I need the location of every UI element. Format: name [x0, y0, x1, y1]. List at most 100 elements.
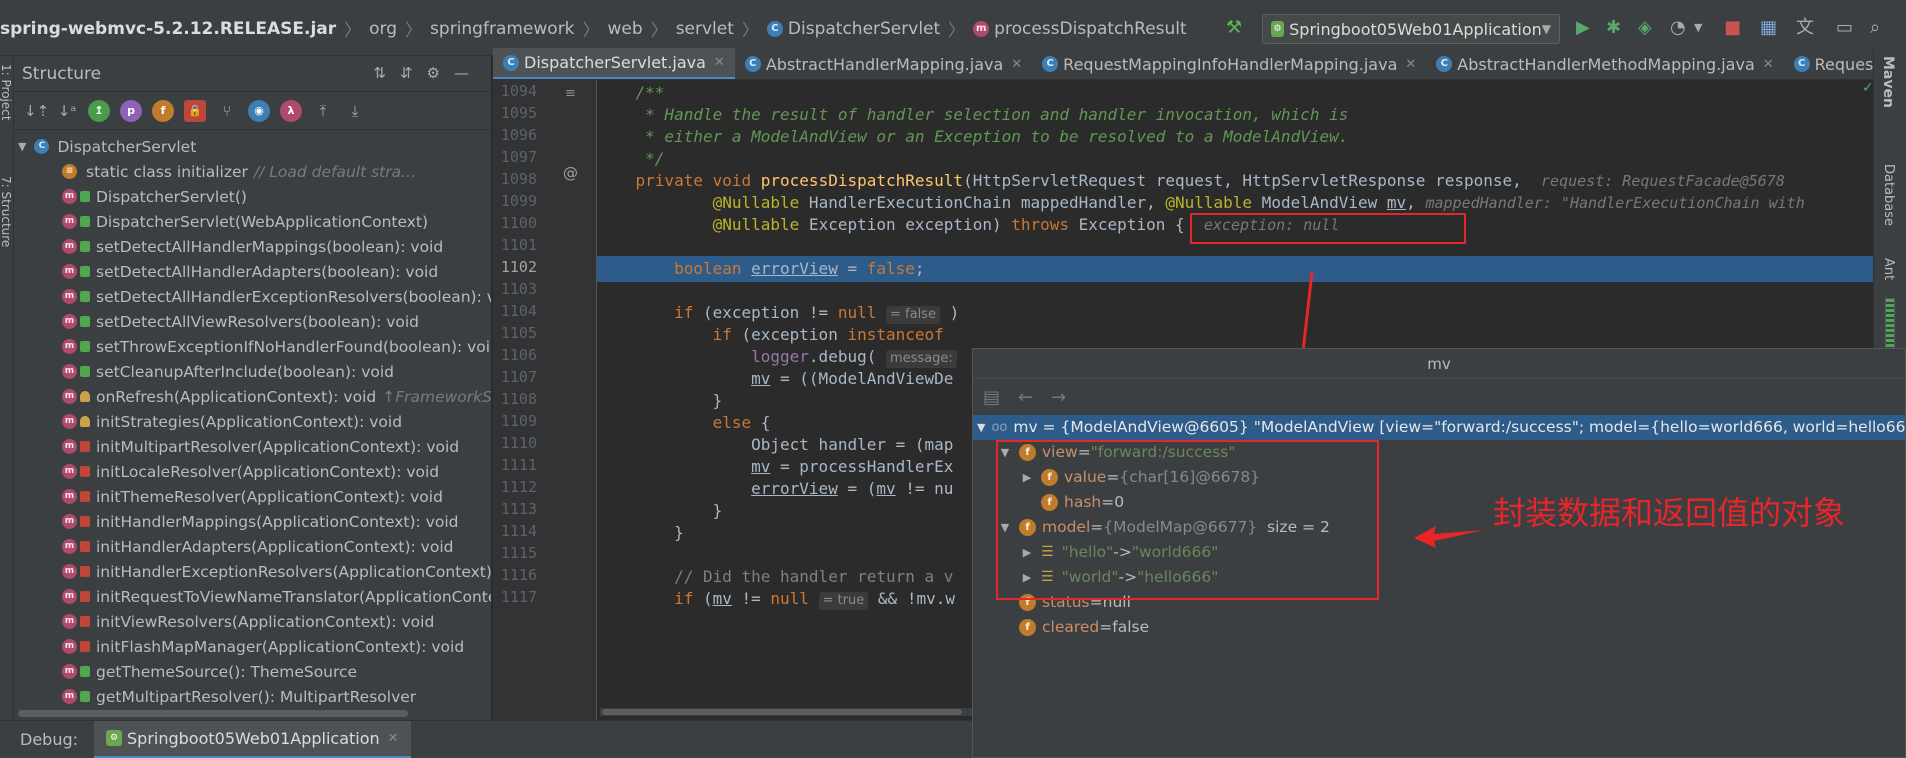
database-tool-tab[interactable]: Database [1881, 164, 1896, 226]
structure-header-icons[interactable]: ⇅⇵⚙— [373, 64, 483, 82]
structure-item-label: initFlashMapManager(ApplicationContext):… [96, 637, 465, 656]
breadcrumb-class[interactable]: DispatcherServlet [788, 19, 940, 39]
private-lock-icon [80, 616, 90, 627]
close-icon[interactable]: ✕ [388, 731, 399, 746]
class-icon: C [503, 54, 519, 71]
build-hammer-icon[interactable]: ⚒ [1226, 17, 1242, 39]
tab-requestmappinginfohandlermapping[interactable]: C RequestMappingInfoHandlerMapping.java ✕ [1032, 48, 1426, 79]
coverage-shield-icon[interactable]: ◈ [1638, 17, 1652, 39]
structure-item[interactable]: m setDetectAllHandlerAdapters(boolean): v… [14, 259, 491, 284]
structure-item[interactable]: m setDetectAllHandlerExceptionResolvers(b… [14, 284, 491, 309]
breadcrumb-springframework[interactable]: springframework [430, 19, 574, 39]
fold-icon[interactable]: ≡ [565, 86, 576, 101]
structure-item[interactable]: m initViewResolvers(ApplicationContext): … [14, 609, 491, 634]
ant-tool-tab[interactable]: Ant [1881, 258, 1896, 280]
override-marker-icon[interactable]: @ [563, 164, 578, 182]
structure-item[interactable]: m initRequestToViewNameTranslator(Applica… [14, 584, 491, 609]
structure-item[interactable]: m initLocaleResolver(ApplicationContext):… [14, 459, 491, 484]
back-arrow-icon[interactable]: ← [1018, 387, 1033, 408]
debug-session-tab[interactable]: ⚙ Springboot05Web01Application ✕ [94, 720, 411, 758]
structure-item[interactable]: m setDetectAllViewResolvers(boolean): voi… [14, 309, 491, 334]
profiler-icon[interactable]: ◔ [1670, 17, 1686, 39]
watch-glasses-icon: oo [991, 420, 1008, 435]
breadcrumb-org[interactable]: org [369, 19, 397, 39]
line-number[interactable]: 1117 [493, 584, 537, 610]
autoscroll-icon[interactable]: ⤓ [344, 100, 366, 122]
current-line-gutter-marker [493, 256, 597, 278]
maven-tool-tab[interactable]: Maven [1880, 56, 1896, 108]
project-structure-icon[interactable]: ▦ [1760, 17, 1777, 39]
method-icon: m [62, 189, 77, 204]
chevron-down-icon: ▼ [1541, 22, 1551, 36]
class-icon: C [744, 56, 761, 72]
show-fields-icon[interactable]: f [152, 99, 174, 122]
structure-item[interactable]: m getThemeSource(): ThemeSource [14, 659, 491, 684]
structure-item-label: DispatcherServlet() [96, 187, 247, 206]
close-icon[interactable]: ✕ [714, 55, 725, 70]
show-properties-icon[interactable]: p [120, 99, 142, 122]
debug-bug-icon[interactable]: ✱ [1606, 17, 1621, 39]
structure-item[interactable]: m setThrowExceptionIfNoHandlerFound(boole… [14, 334, 491, 359]
close-icon[interactable]: ✕ [1011, 57, 1022, 72]
translate-icon[interactable]: 文 [1796, 17, 1814, 39]
structure-item[interactable]: m setDetectAllHandlerMappings(boolean): v… [14, 234, 491, 259]
structure-item[interactable]: m initHandlerExceptionResolvers(Applicati… [14, 559, 491, 584]
method-icon: m [62, 639, 77, 654]
popup-toolbar: ▤ ← → [973, 379, 1905, 415]
structure-item[interactable]: m initHandlerMappings(ApplicationContext)… [14, 509, 491, 534]
expand-toggle-icon[interactable]: ▼ [977, 415, 985, 440]
show-lambdas-icon[interactable]: λ [280, 99, 302, 122]
structure-item[interactable]: m initMultipartResolver(ApplicationContex… [14, 434, 491, 459]
breadcrumb-web[interactable]: web [608, 19, 643, 39]
tab-requestmapp[interactable]: C RequestMapp [1784, 48, 1873, 79]
structure-horizontal-scrollbar[interactable] [14, 706, 491, 720]
structure-item[interactable]: m DispatcherServlet() [14, 184, 491, 209]
spring-boot-icon: ⚙ [106, 730, 123, 746]
breadcrumb-servlet[interactable]: servlet [676, 19, 734, 39]
tab-abstracthandlermethodmapping[interactable]: C AbstractHandlerMethodMapping.java ✕ [1426, 48, 1783, 79]
presentation-icon[interactable]: ▭ [1836, 17, 1853, 39]
search-everywhere-icon[interactable]: ⌕ [1870, 17, 1880, 39]
forward-arrow-icon[interactable]: → [1051, 387, 1066, 408]
structure-item[interactable]: m initFlashMapManager(ApplicationContext)… [14, 634, 491, 659]
show-lambdas-tree-icon[interactable]: ⑂ [216, 100, 238, 122]
run-icon[interactable]: ▶ [1576, 17, 1590, 39]
close-icon[interactable]: ✕ [1405, 57, 1416, 72]
structure-tool-tab[interactable]: 7: Structure [0, 176, 13, 247]
sort-by-visibility-icon[interactable]: ↓⇡ [24, 100, 49, 122]
structure-item-label: initRequestToViewNameTranslator(Applicat… [96, 587, 492, 606]
structure-item[interactable]: m onRefresh(ApplicationContext): void ↑Fra… [14, 384, 491, 409]
run-configuration-select[interactable]: ⚙ Springboot05Web01Application ▼ [1262, 14, 1560, 44]
show-inherited-icon[interactable]: ↥ [88, 99, 110, 122]
profiler-dropdown-icon[interactable]: ▼ [1694, 17, 1702, 39]
structure-item[interactable]: m initHandlerAdapters(ApplicationContext)… [14, 534, 491, 559]
expand-all-icon[interactable]: ⤒ [312, 100, 334, 122]
public-icon [80, 241, 90, 252]
stop-icon[interactable]: ■ [1724, 17, 1741, 39]
editor-horizontal-scrollbar[interactable] [600, 708, 972, 716]
breadcrumb-method[interactable]: processDispatchResult [994, 19, 1187, 39]
tab-abstracthandlermapping[interactable]: C AbstractHandlerMapping.java ✕ [735, 48, 1032, 79]
tree-row-cleared[interactable]: f cleared = false [1019, 615, 1149, 640]
structure-item[interactable]: m setCleanupAfterInclude(boolean): void [14, 359, 491, 384]
popup-view-icon[interactable]: ▤ [983, 387, 1000, 408]
breadcrumb-jar[interactable]: spring-webmvc-5.2.12.RELEASE.jar [0, 19, 336, 39]
tab-dispatcherservlet[interactable]: C DispatcherServlet.java ✕ [493, 48, 735, 79]
structure-item-label: onRefresh(ApplicationContext): void [96, 387, 377, 406]
close-icon[interactable]: ✕ [1763, 57, 1774, 72]
structure-item[interactable]: ≡ static class initializer // Load default… [14, 159, 491, 184]
structure-item-label: initHandlerMappings(ApplicationContext):… [96, 512, 459, 531]
public-icon [80, 341, 90, 352]
show-anonymous-icon[interactable]: ◉ [248, 99, 270, 122]
structure-item[interactable]: m initStrategies(ApplicationContext): voi… [14, 409, 491, 434]
show-non-public-icon[interactable]: 🔒 [184, 99, 206, 122]
project-tool-tab[interactable]: 1: Project [0, 64, 13, 121]
structure-item[interactable]: m initThemeResolver(ApplicationContext): … [14, 484, 491, 509]
structure-item[interactable]: m DispatcherServlet(WebApplicationContext… [14, 209, 491, 234]
expand-toggle-icon[interactable]: ▼ [18, 140, 26, 153]
tree-row-mv[interactable]: ▼ oo mv = {ModelAndView@6605} "ModelAndV… [973, 415, 1906, 440]
structure-root[interactable]: ▼ C DispatcherServlet [14, 134, 491, 159]
method-icon: m [62, 589, 77, 604]
sort-alphabetically-icon[interactable]: ↓ᵃ [56, 100, 78, 122]
private-lock-icon [80, 491, 90, 502]
